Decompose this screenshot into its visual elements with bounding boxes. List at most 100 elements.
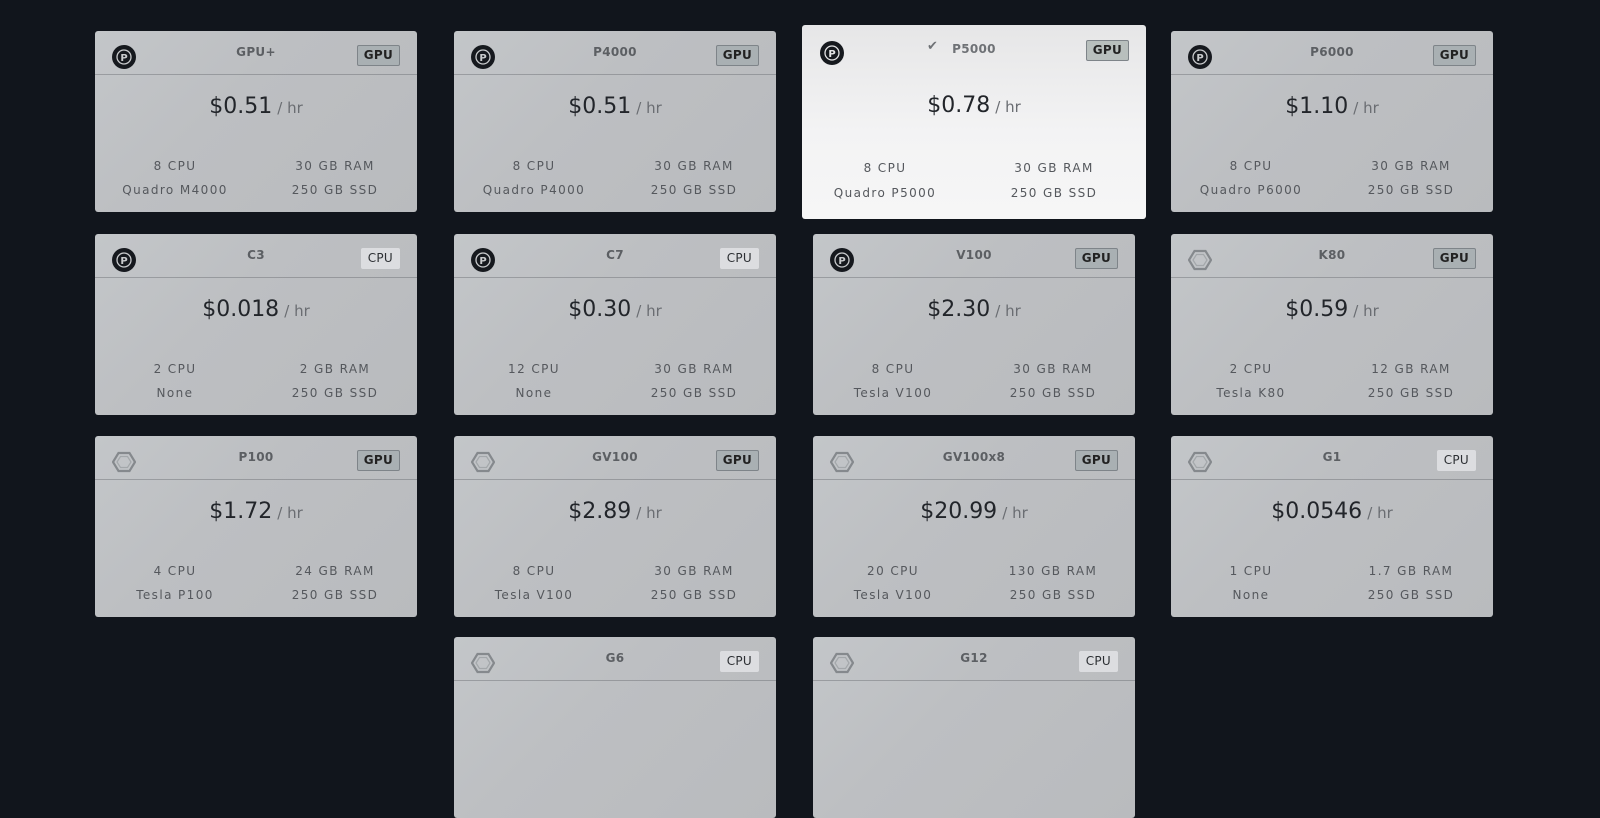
spec-ram: 1.7 GB RAM bbox=[1368, 564, 1454, 578]
machine-card-gv100[interactable]: GV100 GPU $2.89 / hr 8 CPU 30 GB RAM Tes… bbox=[454, 436, 776, 617]
price-unit: / hr bbox=[636, 99, 662, 117]
card-header: P V100 GPU bbox=[813, 234, 1135, 278]
spec-ssd: 250 GB SSD bbox=[1009, 386, 1097, 400]
price: $1.10 / hr bbox=[1171, 94, 1493, 119]
spec-gpu: None bbox=[515, 386, 553, 400]
machine-type-badge: GPU bbox=[1074, 450, 1118, 471]
price-value: $0.0546 bbox=[1271, 499, 1363, 524]
price-value: $0.51 bbox=[568, 94, 632, 119]
machine-card-p6000[interactable]: P P6000 GPU $1.10 / hr 8 CPU 30 GB RAM Q… bbox=[1171, 31, 1493, 212]
machine-type-badge: GPU bbox=[1085, 40, 1129, 61]
spec-ram: 2 GB RAM bbox=[299, 362, 371, 376]
spec-ram: 30 GB RAM bbox=[1013, 362, 1093, 376]
machine-type-badge: CPU bbox=[1078, 651, 1118, 672]
price-value: $0.51 bbox=[209, 94, 273, 119]
spec-ssd: 250 GB SSD bbox=[650, 183, 738, 197]
price-unit: / hr bbox=[1002, 504, 1028, 522]
spec-gpu: None bbox=[1232, 588, 1270, 602]
price-unit: / hr bbox=[1353, 302, 1379, 320]
machine-type-badge: CPU bbox=[360, 248, 400, 269]
spec-cpu: 8 CPU bbox=[863, 161, 907, 175]
card-header: G6 CPU bbox=[454, 637, 776, 681]
price-value: $20.99 bbox=[920, 499, 998, 524]
spec-gpu: Quadro M4000 bbox=[122, 183, 228, 197]
machine-type-badge: GPU bbox=[356, 450, 400, 471]
machine-card-g6[interactable]: G6 CPU bbox=[454, 637, 776, 818]
card-header: P C3 CPU bbox=[95, 234, 417, 278]
price: $0.30 / hr bbox=[454, 297, 776, 322]
spec-ssd: 250 GB SSD bbox=[650, 386, 738, 400]
spec-ssd: 250 GB SSD bbox=[291, 588, 379, 602]
spec-ram: 12 GB RAM bbox=[1371, 362, 1451, 376]
spec-ram: 30 GB RAM bbox=[1014, 161, 1094, 175]
price-value: $1.72 bbox=[209, 499, 273, 524]
spec-ram: 30 GB RAM bbox=[295, 159, 375, 173]
card-header: P ✔ P5000 GPU bbox=[802, 25, 1146, 71]
spec-cpu: 8 CPU bbox=[153, 159, 197, 173]
price: $1.72 / hr bbox=[95, 499, 417, 524]
machine-type-badge: GPU bbox=[1432, 248, 1476, 269]
price-unit: / hr bbox=[636, 504, 662, 522]
spec-gpu: Quadro P5000 bbox=[833, 186, 937, 200]
price: $0.78 / hr bbox=[802, 93, 1146, 118]
price-unit: / hr bbox=[995, 98, 1021, 116]
machine-card-c7[interactable]: P C7 CPU $0.30 / hr 12 CPU 30 GB RAM Non… bbox=[454, 234, 776, 415]
spec-ram: 30 GB RAM bbox=[1371, 159, 1451, 173]
machine-card-g12[interactable]: G12 CPU bbox=[813, 637, 1135, 818]
card-header: P100 GPU bbox=[95, 436, 417, 480]
spec-ram: 30 GB RAM bbox=[654, 159, 734, 173]
price-value: $0.59 bbox=[1285, 297, 1349, 322]
spec-ssd: 250 GB SSD bbox=[1367, 588, 1455, 602]
price: $0.51 / hr bbox=[95, 94, 417, 119]
price-unit: / hr bbox=[1367, 504, 1393, 522]
machine-type-badge: CPU bbox=[719, 248, 759, 269]
price: $2.89 / hr bbox=[454, 499, 776, 524]
machine-card-gpu-plus[interactable]: P GPU+ GPU $0.51 / hr 8 CPU 30 GB RAM Qu… bbox=[95, 31, 417, 212]
machine-type-badge: CPU bbox=[719, 651, 759, 672]
machine-card-k80[interactable]: K80 GPU $0.59 / hr 2 CPU 12 GB RAM Tesla… bbox=[1171, 234, 1493, 415]
price: $20.99 / hr bbox=[813, 499, 1135, 524]
machine-type-badge: CPU bbox=[1436, 450, 1476, 471]
price: $0.51 / hr bbox=[454, 94, 776, 119]
spec-cpu: 8 CPU bbox=[1229, 159, 1273, 173]
spec-cpu: 8 CPU bbox=[512, 564, 556, 578]
spec-gpu: Tesla V100 bbox=[494, 588, 574, 602]
machine-card-p100[interactable]: P100 GPU $1.72 / hr 4 CPU 24 GB RAM Tesl… bbox=[95, 436, 417, 617]
machine-card-g1[interactable]: G1 CPU $0.0546 / hr 1 CPU 1.7 GB RAM Non… bbox=[1171, 436, 1493, 617]
machine-card-p4000[interactable]: P P4000 GPU $0.51 / hr 8 CPU 30 GB RAM Q… bbox=[454, 31, 776, 212]
machine-type-badge: GPU bbox=[1432, 45, 1476, 66]
spec-ram: 24 GB RAM bbox=[295, 564, 375, 578]
card-header: P GPU+ GPU bbox=[95, 31, 417, 75]
spec-ssd: 250 GB SSD bbox=[1367, 386, 1455, 400]
spec-ssd: 250 GB SSD bbox=[1367, 183, 1455, 197]
spec-cpu: 20 CPU bbox=[867, 564, 919, 578]
machine-card-v100[interactable]: P V100 GPU $2.30 / hr 8 CPU 30 GB RAM Te… bbox=[813, 234, 1135, 415]
price-value: $0.78 bbox=[927, 93, 991, 118]
machine-card-c3[interactable]: P C3 CPU $0.018 / hr 2 CPU 2 GB RAM None… bbox=[95, 234, 417, 415]
spec-cpu: 2 CPU bbox=[153, 362, 197, 376]
price-value: $0.018 bbox=[202, 297, 280, 322]
spec-ram: 130 GB RAM bbox=[1008, 564, 1098, 578]
price-value: $2.30 bbox=[927, 297, 991, 322]
spec-ssd: 250 GB SSD bbox=[650, 588, 738, 602]
machine-type-badge: GPU bbox=[1074, 248, 1118, 269]
card-header: P P6000 GPU bbox=[1171, 31, 1493, 75]
spec-gpu: Quadro P4000 bbox=[482, 183, 586, 197]
card-header: GV100 GPU bbox=[454, 436, 776, 480]
price-value: $1.10 bbox=[1285, 94, 1349, 119]
machine-type-badge: GPU bbox=[715, 45, 759, 66]
machine-card-gv100x8[interactable]: GV100x8 GPU $20.99 / hr 20 CPU 130 GB RA… bbox=[813, 436, 1135, 617]
spec-cpu: 1 CPU bbox=[1229, 564, 1273, 578]
card-header: P C7 CPU bbox=[454, 234, 776, 278]
price-unit: / hr bbox=[995, 302, 1021, 320]
spec-gpu: None bbox=[156, 386, 194, 400]
spec-cpu: 8 CPU bbox=[512, 159, 556, 173]
machine-type-badge: GPU bbox=[356, 45, 400, 66]
price-unit: / hr bbox=[284, 302, 310, 320]
price-unit: / hr bbox=[277, 504, 303, 522]
spec-ssd: 250 GB SSD bbox=[291, 183, 379, 197]
machine-card-p5000-selected[interactable]: P ✔ P5000 GPU $0.78 / hr 8 CPU 30 GB RAM… bbox=[802, 25, 1146, 219]
spec-cpu: 8 CPU bbox=[871, 362, 915, 376]
price: $2.30 / hr bbox=[813, 297, 1135, 322]
card-header: G1 CPU bbox=[1171, 436, 1493, 480]
